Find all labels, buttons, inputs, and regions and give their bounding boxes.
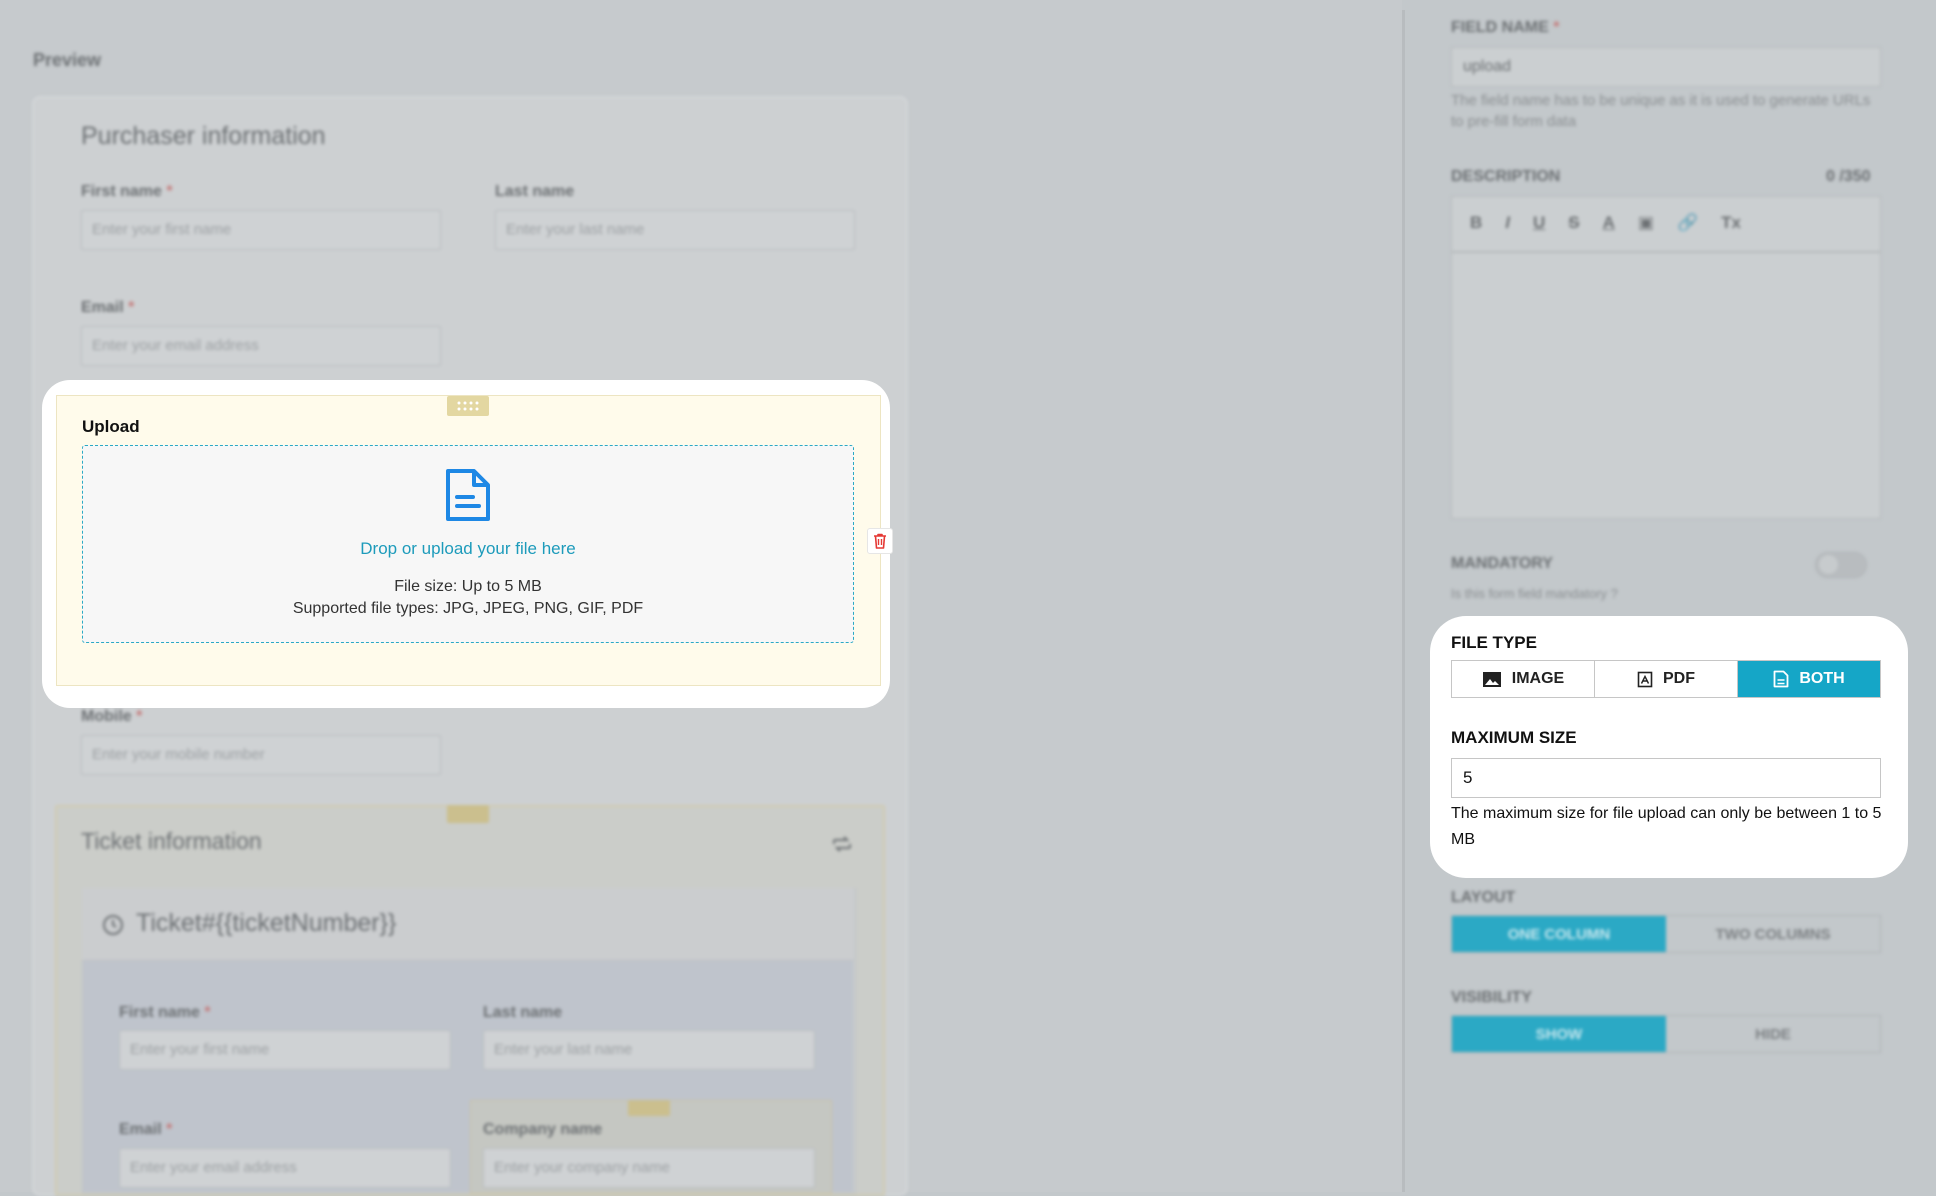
pdf-icon xyxy=(1637,671,1653,687)
visibility-segmented: SHOW HIDE xyxy=(1451,1015,1881,1053)
ticket-first-name-input[interactable]: Enter your first name xyxy=(119,1030,451,1070)
description-editor[interactable] xyxy=(1451,196,1881,519)
last-name-input[interactable]: Enter your last name xyxy=(495,210,855,250)
clear-format-icon[interactable]: Tx xyxy=(1721,213,1741,233)
strikethrough-icon[interactable]: S xyxy=(1568,213,1579,233)
file-icon xyxy=(1773,670,1789,688)
mandatory-toggle[interactable] xyxy=(1815,552,1867,578)
upload-label: Upload xyxy=(82,417,140,436)
mandatory-label: MANDATORY xyxy=(1451,555,1553,572)
text-color-icon[interactable]: A xyxy=(1603,213,1615,233)
ticket-heading: Ticket#{{ticketNumber}} xyxy=(136,909,397,937)
italic-icon[interactable]: I xyxy=(1505,213,1510,233)
editor-toolbar-divider xyxy=(1451,251,1881,253)
visibility-label: VISIBILITY xyxy=(1451,989,1532,1006)
first-name-label: First name * xyxy=(81,183,173,200)
maximum-size-label: MAXIMUM SIZE xyxy=(1451,728,1577,747)
ticket-last-name-label: Last name xyxy=(483,1004,563,1021)
visibility-option-hide[interactable]: HIDE xyxy=(1666,1016,1880,1052)
file-type-option-both-label: BOTH xyxy=(1799,670,1845,687)
file-type-label: FILE TYPE xyxy=(1451,633,1537,652)
field-name-label: FIELD NAME * xyxy=(1451,19,1560,36)
visibility-option-show[interactable]: SHOW xyxy=(1452,1016,1666,1052)
link-icon[interactable]: 🔗 xyxy=(1677,213,1698,233)
file-type-option-pdf-label: PDF xyxy=(1663,670,1695,687)
file-type-option-pdf[interactable]: PDF xyxy=(1595,661,1738,697)
file-types-text: Supported file types: JPG, JPEG, PNG, GI… xyxy=(292,600,644,617)
layout-segmented: ONE COLUMN TWO COLUMNS xyxy=(1451,915,1881,953)
ticket-first-name-label: First name * xyxy=(119,1004,211,1021)
file-type-segmented: IMAGE PDF BOTH xyxy=(1451,660,1881,698)
maximum-size-help: The maximum size for file upload can onl… xyxy=(1451,805,1882,848)
mandatory-help: Is this form field mandatory ? xyxy=(1451,586,1618,601)
underline-icon[interactable]: U xyxy=(1533,213,1545,233)
layout-label: LAYOUT xyxy=(1451,889,1516,906)
file-type-option-image[interactable]: IMAGE xyxy=(1452,661,1595,697)
background-color-icon[interactable]: ▣ xyxy=(1638,213,1654,233)
drop-upload-text[interactable]: Drop or upload your file here xyxy=(82,539,854,559)
maximum-size-input[interactable] xyxy=(1451,758,1881,798)
last-name-label: Last name xyxy=(495,183,575,200)
layout-option-one-column[interactable]: ONE COLUMN xyxy=(1452,916,1666,952)
field-name-help: The field name has to be unique as it is… xyxy=(1451,92,1871,130)
upload-drag-handle[interactable] xyxy=(447,396,489,416)
file-type-option-both[interactable]: BOTH xyxy=(1738,661,1880,697)
section-title-ticket: Ticket information xyxy=(81,828,262,854)
drag-dots-icon xyxy=(457,401,479,411)
editor-toolbar: B I U S A ▣ 🔗 Tx xyxy=(1470,213,1741,233)
company-name-label: Company name xyxy=(483,1121,603,1138)
image-icon xyxy=(1482,671,1501,687)
description-counter: 0 /350 xyxy=(1826,168,1871,185)
ticket-email-input[interactable]: Enter your email address xyxy=(119,1148,451,1188)
document-icon xyxy=(446,469,490,521)
ticket-last-name-input[interactable]: Enter your last name xyxy=(483,1030,815,1070)
layout-option-two-columns[interactable]: TWO COLUMNS xyxy=(1666,916,1880,952)
file-type-option-image-label: IMAGE xyxy=(1511,670,1565,687)
trash-icon xyxy=(874,533,886,549)
mobile-label: Mobile * xyxy=(81,708,143,725)
mobile-input[interactable]: Enter your mobile number xyxy=(81,735,441,775)
repeat-icon[interactable] xyxy=(830,832,854,856)
company-drag-handle[interactable] xyxy=(628,1100,670,1116)
email-label: Email * xyxy=(81,299,135,316)
file-size-text: File size: Up to 5 MB xyxy=(394,578,542,595)
section-title-purchaser: Purchaser information xyxy=(81,122,326,150)
company-name-input[interactable]: Enter your company name xyxy=(483,1148,815,1188)
email-input[interactable]: Enter your email address xyxy=(81,326,441,366)
ticket-email-label: Email * xyxy=(119,1121,173,1138)
field-name-input[interactable]: upload xyxy=(1451,47,1881,87)
description-label: DESCRIPTION xyxy=(1451,168,1561,185)
ticket-drag-handle[interactable] xyxy=(447,805,489,823)
clock-icon xyxy=(103,915,123,935)
first-name-input[interactable]: Enter your first name xyxy=(81,210,441,250)
preview-label: Preview xyxy=(33,50,102,70)
delete-field-button[interactable] xyxy=(867,528,893,554)
bold-icon[interactable]: B xyxy=(1470,213,1482,233)
